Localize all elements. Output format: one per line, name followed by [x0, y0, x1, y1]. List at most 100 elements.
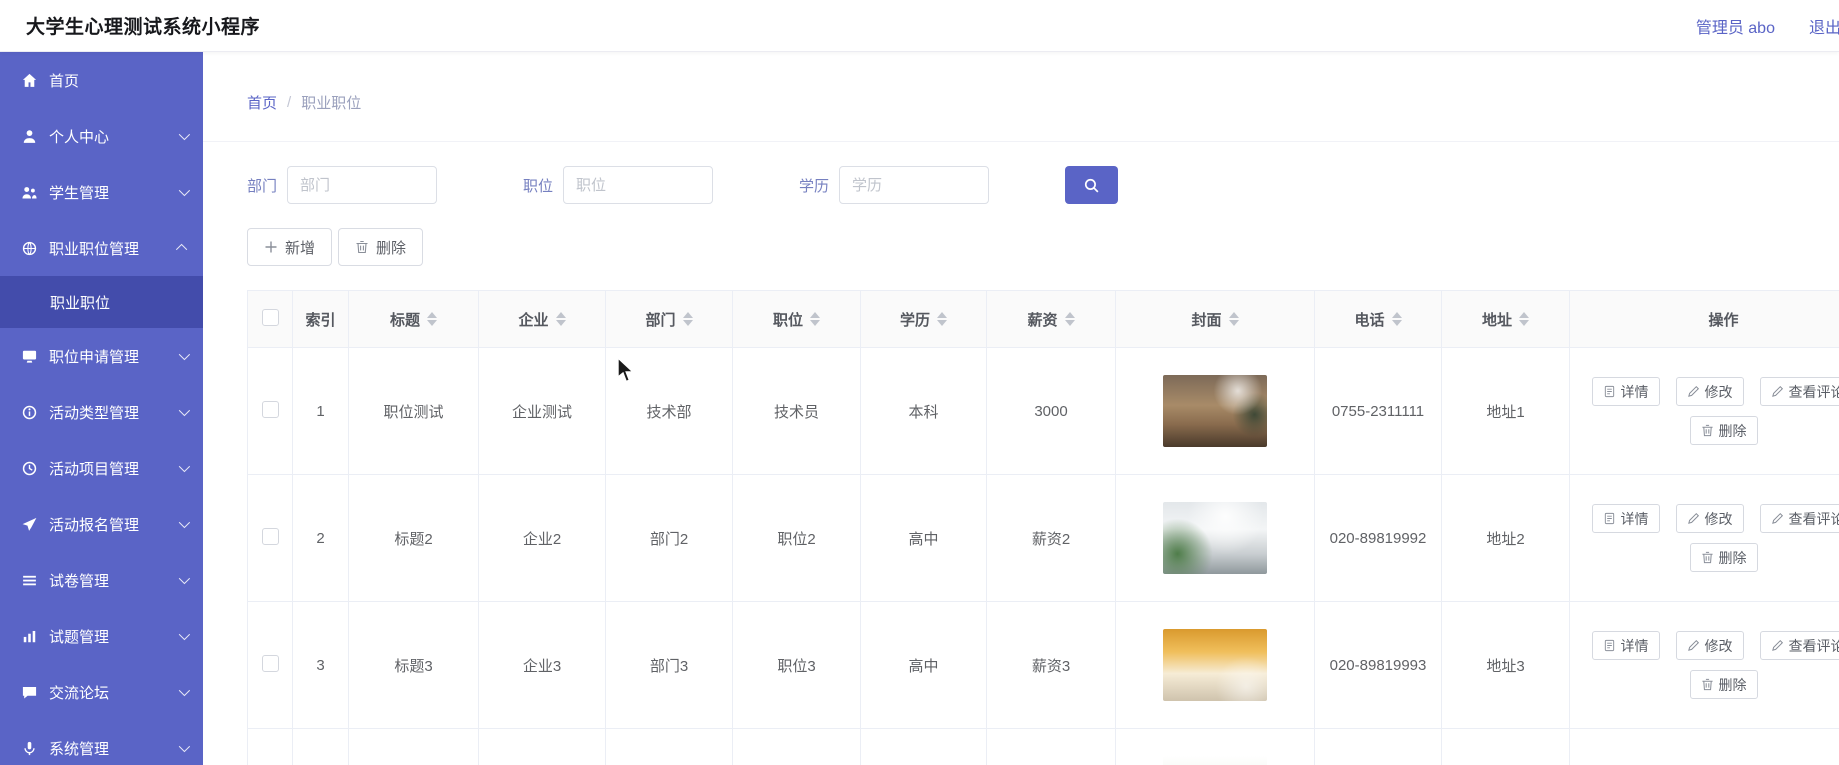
list-icon: [20, 571, 38, 589]
sidebar-item-activity-type-management[interactable]: 活动类型管理: [0, 384, 203, 440]
sidebar-item-label: 交流论坛: [49, 684, 110, 702]
education-filter-input[interactable]: [839, 166, 990, 204]
cover-image[interactable]: [1163, 756, 1267, 765]
pencil-icon: [1771, 512, 1783, 524]
view-comments-button[interactable]: 查看评论: [1759, 631, 1839, 660]
table-row: 3 标题3 企业3 部门3 职位3 高中 薪资3 020-89819993 地址…: [247, 601, 1839, 729]
cell-department: 部门2: [605, 474, 733, 602]
sidebar-item-activity-project-management[interactable]: 活动项目管理: [0, 440, 203, 496]
cell-position: 职位3: [732, 601, 861, 729]
column-header-index: 索引: [305, 311, 336, 329]
pencil-icon: [1687, 385, 1699, 397]
cell-company: 企业3: [478, 601, 606, 729]
table-header-row: 索引 标题 企业 部门 职位 学历 薪资 封面 电话 地址 操作: [247, 290, 1839, 348]
chevron-down-icon: [178, 572, 191, 585]
sort-caret[interactable]: [1064, 312, 1075, 326]
sidebar-item-career-position[interactable]: 职业职位: [0, 276, 203, 328]
trash-icon: [1701, 678, 1713, 691]
sort-caret[interactable]: [555, 312, 566, 326]
top-header: 大学生心理测试系统小程序 管理员 abo 退出登录: [0, 0, 1839, 52]
sidebar-item-question-management[interactable]: 试题管理: [0, 608, 203, 664]
chevron-down-icon: [178, 128, 191, 141]
detail-button[interactable]: 详情: [1591, 504, 1660, 533]
breadcrumb-home[interactable]: 首页: [247, 92, 277, 113]
edit-button[interactable]: 修改: [1675, 377, 1744, 406]
position-filter-label: 职位: [523, 177, 554, 195]
select-all-checkbox[interactable]: [261, 308, 279, 326]
search-icon: [1083, 177, 1100, 194]
cell-salary: 薪资3: [986, 601, 1116, 729]
delete-button[interactable]: 删除: [338, 228, 424, 266]
row-delete-button[interactable]: 删除: [1689, 543, 1758, 572]
logout-link[interactable]: 退出登录: [1809, 14, 1839, 38]
breadcrumb: 首页 / 职业职位: [203, 52, 1839, 142]
chart-icon: [20, 627, 38, 645]
cell-education: 本科: [860, 347, 987, 475]
user-icon: [20, 127, 38, 145]
cell-title: [348, 728, 479, 765]
position-filter-input[interactable]: [563, 166, 714, 204]
row-checkbox[interactable]: [261, 654, 279, 672]
sort-caret[interactable]: [427, 312, 437, 326]
sidebar-item-application-management[interactable]: 职位申请管理: [0, 328, 203, 384]
row-checkbox[interactable]: [261, 400, 279, 418]
sidebar-item-personal-center[interactable]: 个人中心: [0, 108, 203, 164]
column-header-title: 标题: [389, 311, 420, 329]
column-header-phone: 电话: [1354, 311, 1385, 329]
table-row: 2 标题2 企业2 部门2 职位2 高中 薪资2 020-89819992 地址…: [247, 474, 1839, 602]
sort-caret[interactable]: [1391, 312, 1402, 326]
chat-icon: [20, 683, 38, 701]
sidebar-item-student-management[interactable]: 学生管理: [0, 164, 203, 220]
sidebar-item-exam-paper-management[interactable]: 试卷管理: [0, 552, 203, 608]
sidebar-item-career-position-management[interactable]: 职业职位管理: [0, 220, 203, 276]
row-delete-button[interactable]: 删除: [1689, 670, 1758, 699]
view-comments-button[interactable]: 查看评论: [1759, 377, 1839, 406]
edit-button[interactable]: 修改: [1675, 631, 1744, 660]
cell-department: 部门3: [605, 601, 733, 729]
cell-index: 1: [292, 347, 349, 475]
chevron-down-icon: [178, 184, 191, 197]
cell-address: 地址3: [1441, 601, 1570, 729]
detail-button[interactable]: 详情: [1591, 377, 1660, 406]
trash-icon: [1701, 551, 1713, 564]
clock-icon: [20, 459, 38, 477]
sort-caret[interactable]: [810, 312, 820, 326]
sort-caret[interactable]: [682, 312, 693, 326]
cell-phone: 020-89819993: [1314, 601, 1442, 729]
sort-caret[interactable]: [1519, 312, 1529, 326]
department-filter-input[interactable]: [287, 166, 438, 204]
chevron-down-icon: [178, 628, 191, 641]
sidebar-item-system-management[interactable]: 系统管理: [0, 720, 203, 765]
students-icon: [20, 183, 38, 201]
pencil-icon: [1687, 512, 1699, 524]
row-checkbox[interactable]: [261, 527, 279, 545]
column-header-cover: 封面: [1191, 311, 1222, 329]
view-comments-button[interactable]: 查看评论: [1759, 504, 1839, 533]
sidebar-item-label: 活动类型管理: [49, 404, 140, 422]
sort-caret[interactable]: [937, 312, 947, 326]
cell-education: [860, 728, 987, 765]
search-button[interactable]: [1065, 166, 1119, 204]
row-delete-button[interactable]: 删除: [1689, 416, 1758, 445]
table-row: [247, 728, 1839, 765]
breadcrumb-separator: /: [287, 94, 292, 111]
cell-company: 企业测试: [478, 347, 606, 475]
cover-image[interactable]: [1163, 629, 1267, 701]
sidebar-item-activity-signup-management[interactable]: 活动报名管理: [0, 496, 203, 552]
column-header-salary: 薪资: [1027, 311, 1058, 329]
cell-position: [732, 728, 861, 765]
edit-button[interactable]: 修改: [1675, 504, 1744, 533]
sidebar-subitem-label: 职业职位: [50, 294, 111, 312]
chevron-down-icon: [178, 348, 191, 361]
sidebar-item-forum[interactable]: 交流论坛: [0, 664, 203, 720]
sidebar-item-home[interactable]: 首页: [0, 52, 203, 108]
cell-company: [478, 728, 606, 765]
detail-button[interactable]: 详情: [1591, 631, 1660, 660]
cell-index: [292, 728, 349, 765]
cover-image[interactable]: [1163, 502, 1267, 574]
sort-caret[interactable]: [1228, 312, 1239, 326]
cover-image[interactable]: [1163, 375, 1267, 447]
sidebar-item-label: 个人中心: [49, 128, 110, 146]
cell-department: 技术部: [605, 347, 733, 475]
add-button[interactable]: 新增: [247, 228, 333, 266]
